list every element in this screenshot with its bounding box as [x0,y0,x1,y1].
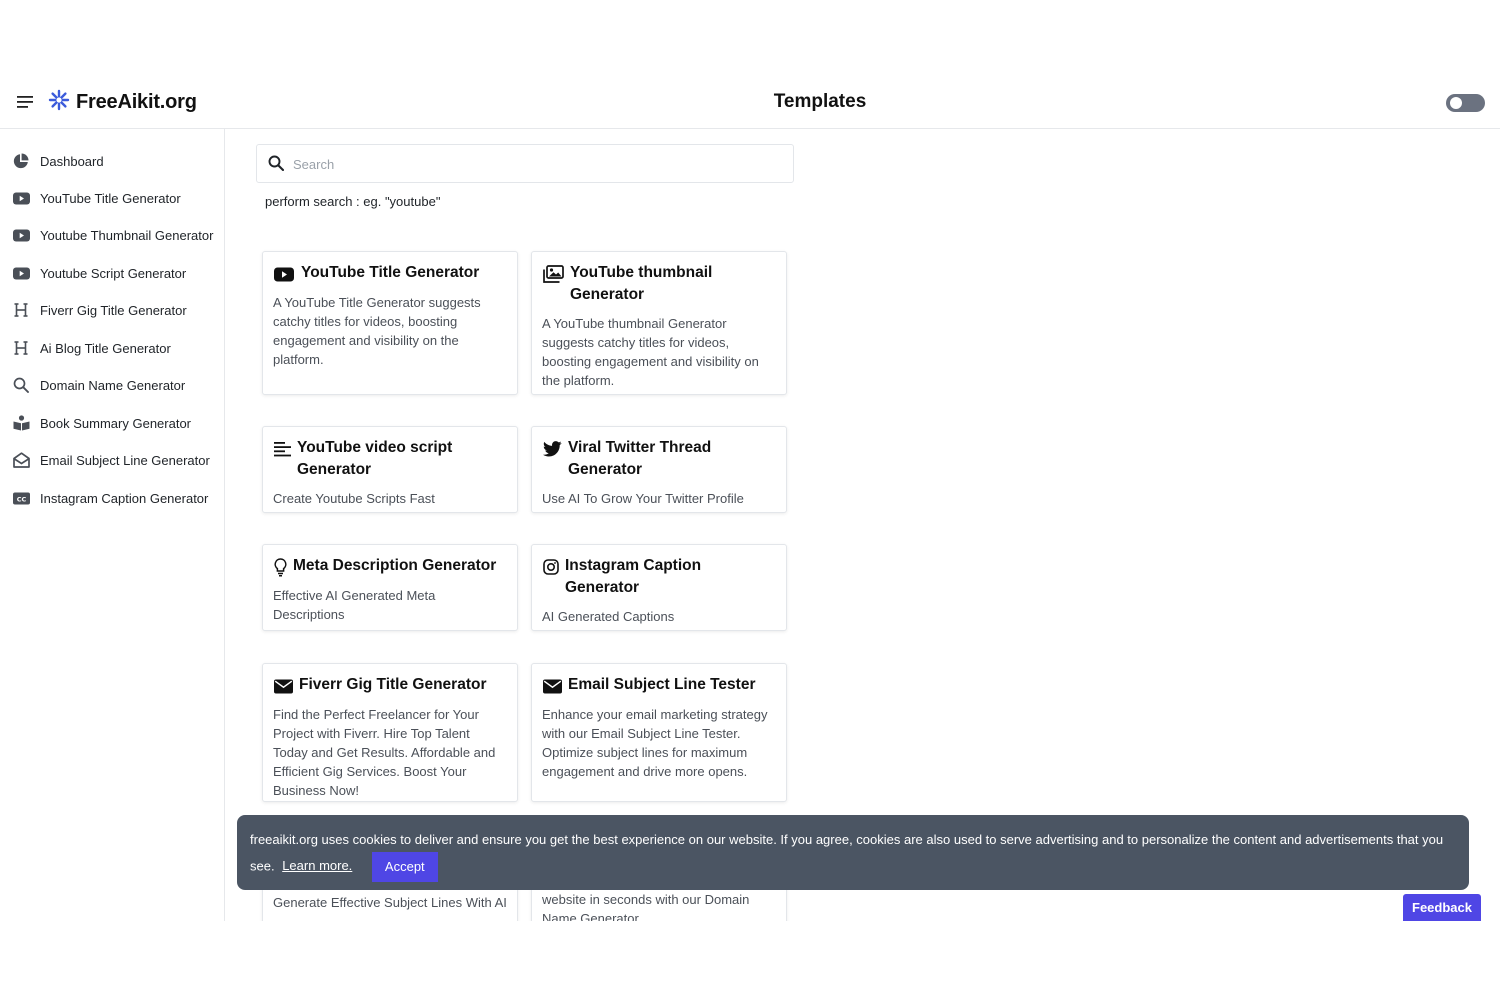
top-bar: FreeAikit.org Templates [0,78,1500,129]
card-description: Generate Effective Subject Lines With AI [273,895,507,910]
sidebar-item-youtube-script[interactable]: Youtube Script Generator [12,258,222,288]
sidebar-item-instagram-caption[interactable]: CC Instagram Caption Generator [12,483,222,513]
app-viewport: FreeAikit.org Templates Dashboard YouTub… [0,0,1500,1000]
card-title: Viral Twitter Thread Generator [568,439,712,478]
sidebar-item-label: Instagram Caption Generator [40,490,209,506]
align-left-icon [273,438,291,460]
search-box [256,144,794,183]
logo-text: FreeAikit.org [76,91,197,113]
youtube-icon [12,226,30,244]
card-description: A YouTube thumbnail Generator suggests c… [542,316,759,388]
page-title: Templates [773,91,867,112]
sidebar-item-label: Ai Blog Title Generator [40,340,171,356]
toggle-knob [1450,97,1462,109]
sidebar: Dashboard YouTube Title Generator Youtub… [0,129,225,921]
learn-more-link[interactable]: Learn more. [282,858,352,873]
youtube-icon [12,264,30,282]
youtube-icon [12,189,30,207]
card-description: Find the Perfect Freelancer for Your Pro… [273,707,496,798]
card-description: AI Generated Captions [542,609,675,624]
sidebar-item-label: Domain Name Generator [40,377,186,393]
images-icon [542,263,564,285]
template-card-meta-description[interactable]: Meta Description Generator Effective AI … [262,544,518,631]
envelope-open-icon [12,451,30,469]
card-title: YouTube video script Generator [297,439,453,478]
instagram-icon [542,556,559,578]
cookie-banner: freeaikit.org uses cookies to deliver an… [237,815,1469,890]
logo[interactable]: FreeAikit.org [48,89,197,116]
lightbulb-icon [273,556,287,578]
sidebar-item-email-subject[interactable]: Email Subject Line Generator [12,445,222,475]
pie-chart-icon [12,152,30,170]
sidebar-item-label: Email Subject Line Generator [40,452,210,468]
template-card-instagram-caption[interactable]: Instagram Caption Generator AI Generated… [531,544,787,631]
sidebar-item-blog-title[interactable]: Ai Blog Title Generator [12,333,222,363]
search-input[interactable] [293,153,773,175]
sidebar-item-label: Dashboard [40,153,104,169]
sidebar-item-label: Youtube Thumbnail Generator [40,227,214,243]
template-card-youtube-title[interactable]: YouTube Title Generator A YouTube Title … [262,251,518,395]
card-description: Enhance your email marketing strategy wi… [542,707,768,779]
twitter-icon [542,438,562,460]
template-card-twitter-thread[interactable]: Viral Twitter Thread Generator Use AI To… [531,426,787,513]
heading-icon [12,301,30,319]
youtube-icon [273,263,295,285]
heading-icon [12,339,30,357]
card-description: A YouTube Title Generator suggests catch… [273,295,481,367]
card-title: Instagram Caption Generator [565,557,702,596]
search-hint: perform search : eg. "youtube" [265,194,441,209]
search-icon [12,376,30,394]
sidebar-item-book-summary[interactable]: Book Summary Generator [12,408,222,438]
card-title: YouTube thumbnail Generator [570,264,713,303]
sidebar-item-label: Youtube Script Generator [40,265,187,281]
sidebar-item-youtube-thumbnail[interactable]: Youtube Thumbnail Generator [12,220,222,250]
template-card-youtube-thumbnail[interactable]: YouTube thumbnail Generator A YouTube th… [531,251,787,395]
accept-button[interactable]: Accept [371,852,438,882]
sidebar-item-label: YouTube Title Generator [40,190,181,206]
search-icon [268,155,285,176]
book-reader-icon [12,414,30,432]
feedback-button[interactable]: Feedback [1403,894,1481,921]
closed-caption-icon: CC [12,489,30,507]
template-card-fiverr-gig[interactable]: Fiverr Gig Title Generator Find the Perf… [262,663,518,802]
logo-icon [48,89,70,116]
template-card-email-subject-tester[interactable]: Email Subject Line Tester Enhance your e… [531,663,787,802]
sidebar-item-label: Fiverr Gig Title Generator [40,302,187,318]
card-title: Meta Description Generator [293,557,497,574]
card-title: YouTube Title Generator [301,264,480,281]
sidebar-item-dashboard[interactable]: Dashboard [12,146,222,176]
card-description: Create Youtube Scripts Fast [273,491,435,506]
card-description: Effective AI Generated Meta Descriptions [273,588,436,622]
envelope-icon [273,675,293,697]
viewport-bottom [0,921,1500,1000]
envelope-icon [542,675,562,697]
card-title: Email Subject Line Tester [568,676,756,693]
card-title: Fiverr Gig Title Generator [299,676,487,693]
card-description: Use AI To Grow Your Twitter Profile [542,491,744,506]
template-card-youtube-script[interactable]: YouTube video script Generator Create Yo… [262,426,518,513]
hamburger-menu-icon[interactable] [16,93,34,111]
sidebar-item-youtube-title[interactable]: YouTube Title Generator [12,183,222,213]
sidebar-item-label: Book Summary Generator [40,415,192,431]
svg-text:CC: CC [16,495,26,503]
sidebar-item-domain-name[interactable]: Domain Name Generator [12,370,222,400]
sidebar-item-fiverr-gig[interactable]: Fiverr Gig Title Generator [12,295,222,325]
theme-toggle[interactable] [1446,94,1485,112]
